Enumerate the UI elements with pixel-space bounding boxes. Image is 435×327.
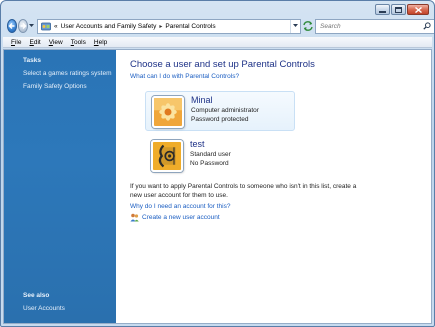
- search-input[interactable]: [320, 22, 420, 30]
- user-password-status: Password protected: [191, 116, 249, 123]
- page-title: Choose a user and set up Parental Contro…: [130, 59, 315, 70]
- breadcrumb-parental-controls[interactable]: Parental Controls: [165, 23, 215, 30]
- why-account-link[interactable]: Why do I need an account for this?: [130, 203, 230, 210]
- main-pane: Choose a user and set up Parental Contro…: [117, 50, 431, 323]
- parental-controls-window: « User Accounts and Family Safety ▸ Pare…: [0, 0, 435, 327]
- menu-tools[interactable]: Tools: [71, 39, 86, 46]
- back-button[interactable]: [7, 19, 17, 33]
- control-panel-icon: [41, 22, 51, 31]
- task-pane: Tasks Select a games ratings system Fami…: [4, 50, 116, 323]
- address-bar[interactable]: « User Accounts and Family Safety ▸ Pare…: [37, 18, 301, 34]
- search-icon: [423, 22, 431, 30]
- create-account-link[interactable]: Create a new user account: [130, 213, 220, 222]
- menu-file[interactable]: File: [11, 39, 22, 46]
- user-picture-flower: [152, 96, 184, 128]
- window-controls: [375, 4, 429, 15]
- user-tile-minal[interactable]: Minal Computer administrator Password pr…: [145, 91, 295, 131]
- users-icon: [130, 213, 139, 222]
- address-dropdown-button[interactable]: [290, 19, 300, 33]
- chevron-down-icon: [293, 24, 298, 27]
- minimize-button[interactable]: [375, 4, 390, 15]
- content-area: Tasks Select a games ratings system Fami…: [3, 49, 432, 324]
- maximize-icon: [395, 6, 402, 13]
- search-box[interactable]: [315, 18, 434, 34]
- search-button[interactable]: [420, 20, 434, 33]
- close-button[interactable]: [407, 4, 429, 15]
- recent-pages-dropdown[interactable]: [29, 19, 34, 33]
- info-text: If you want to apply Parental Controls t…: [130, 183, 357, 199]
- chevron-down-icon: [29, 24, 34, 27]
- task-link-family-safety-options[interactable]: Family Safety Options: [23, 83, 87, 90]
- user-password-status: No Password: [190, 160, 229, 167]
- breadcrumb-prefix[interactable]: «: [54, 23, 58, 30]
- guitar-picture-icon: [153, 142, 181, 170]
- user-role: Standard user: [190, 151, 231, 158]
- user-tile-test[interactable]: test Standard user No Password: [145, 136, 295, 176]
- see-also-link-user-accounts[interactable]: User Accounts: [23, 305, 65, 312]
- forward-button[interactable]: [18, 19, 28, 33]
- refresh-button[interactable]: [303, 19, 313, 34]
- breadcrumb-separator-icon[interactable]: ▸: [159, 23, 162, 30]
- tasks-heading: Tasks: [23, 57, 41, 64]
- close-icon: [414, 6, 422, 13]
- menu-help[interactable]: Help: [94, 39, 107, 46]
- user-role: Computer administrator: [191, 107, 259, 114]
- menu-bar: File Edit View Tools Help: [3, 37, 432, 48]
- menu-edit[interactable]: Edit: [30, 39, 41, 46]
- menu-view[interactable]: View: [49, 39, 63, 46]
- maximize-button[interactable]: [391, 4, 406, 15]
- breadcrumb-user-accounts[interactable]: User Accounts and Family Safety: [61, 23, 157, 30]
- forward-arrow-icon: [20, 23, 27, 29]
- refresh-icon: [303, 21, 313, 31]
- user-name: test: [190, 139, 205, 149]
- navigation-bar: « User Accounts and Family Safety ▸ Pare…: [7, 18, 434, 34]
- back-arrow-icon: [8, 23, 15, 29]
- see-also-heading: See also: [23, 292, 50, 299]
- create-account-label: Create a new user account: [142, 214, 220, 221]
- user-name: Minal: [191, 95, 213, 105]
- help-link[interactable]: What can I do with Parental Controls?: [130, 73, 239, 80]
- flower-picture-icon: [154, 98, 182, 126]
- minimize-icon: [379, 10, 386, 13]
- task-link-games-ratings[interactable]: Select a games ratings system: [23, 70, 112, 77]
- user-picture-guitar: [151, 140, 183, 172]
